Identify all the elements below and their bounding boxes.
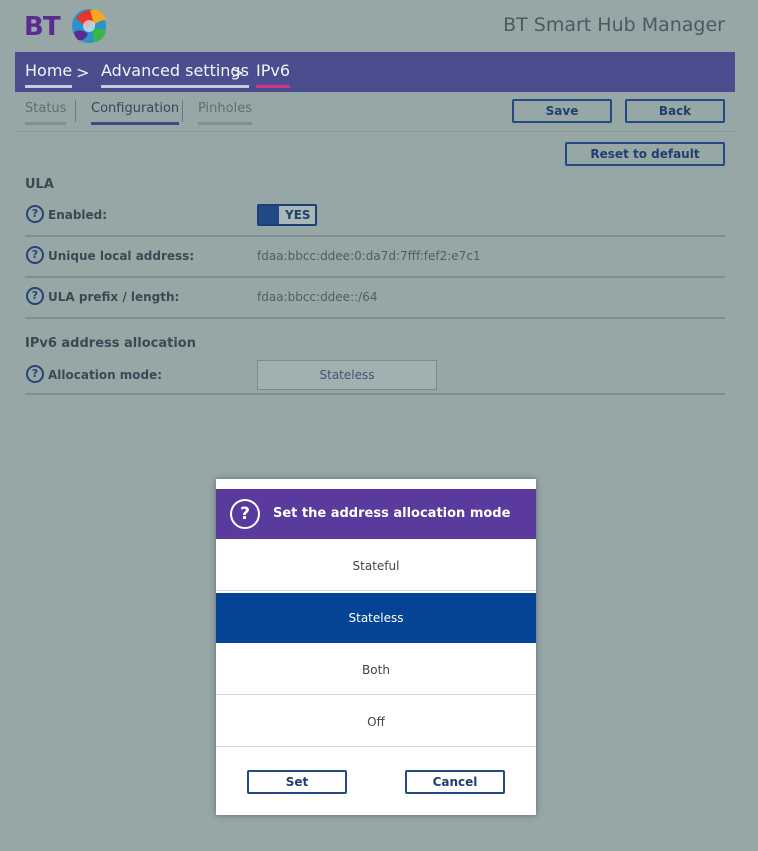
breadcrumb-advanced-settings[interactable]: Advanced settings bbox=[101, 62, 249, 88]
ula-enabled-toggle[interactable]: YES bbox=[257, 204, 317, 226]
back-button[interactable]: Back bbox=[625, 99, 725, 123]
row-divider bbox=[25, 317, 725, 319]
tab-divider bbox=[75, 100, 76, 122]
option-stateless[interactable]: Stateless bbox=[216, 593, 536, 643]
help-icon[interactable]: ? bbox=[26, 287, 44, 305]
ula-prefix-value: fdaa:bbcc:ddee::/64 bbox=[257, 290, 378, 304]
allocation-mode-label: Allocation mode: bbox=[48, 368, 163, 382]
set-button[interactable]: Set bbox=[247, 770, 347, 794]
unique-local-address-value: fdaa:bbcc:ddee:0:da7d:7fff:fef2:e7c1 bbox=[257, 249, 481, 263]
app-title: BT Smart Hub Manager bbox=[503, 14, 725, 36]
row-divider bbox=[25, 276, 725, 278]
help-circle-icon: ? bbox=[230, 499, 260, 529]
dialog-title: Set the address allocation mode bbox=[273, 506, 511, 521]
unique-local-address-label: Unique local address: bbox=[48, 249, 195, 263]
breadcrumb-ipv6: IPv6 bbox=[256, 62, 291, 88]
allocation-mode-dialog: ? Set the address allocation mode Statef… bbox=[216, 479, 536, 815]
save-button[interactable]: Save bbox=[512, 99, 612, 123]
breadcrumb-home[interactable]: Home bbox=[25, 62, 73, 88]
enabled-label: Enabled: bbox=[48, 208, 108, 222]
logo-text: BT bbox=[24, 12, 61, 42]
row-divider bbox=[25, 393, 725, 395]
tab-divider bbox=[182, 100, 183, 122]
allocation-section-title: IPv6 address allocation bbox=[25, 336, 196, 351]
tab-status[interactable]: Status bbox=[25, 101, 67, 125]
option-off[interactable]: Off bbox=[216, 697, 536, 747]
reset-to-default-button[interactable]: Reset to default bbox=[565, 142, 725, 166]
row-divider bbox=[25, 235, 725, 237]
option-both[interactable]: Both bbox=[216, 645, 536, 695]
divider bbox=[15, 131, 735, 132]
bt-globe-icon bbox=[72, 9, 106, 43]
ula-section-title: ULA bbox=[25, 177, 54, 192]
tab-configuration[interactable]: Configuration bbox=[91, 101, 180, 125]
breadcrumb: Home > Advanced settings > IPv6 bbox=[15, 52, 735, 92]
tab-pinholes[interactable]: Pinholes bbox=[198, 101, 252, 125]
dialog-header: ? Set the address allocation mode bbox=[216, 489, 536, 539]
option-stateful[interactable]: Stateful bbox=[216, 541, 536, 591]
cancel-button[interactable]: Cancel bbox=[405, 770, 505, 794]
help-icon[interactable]: ? bbox=[26, 365, 44, 383]
toggle-state: YES bbox=[285, 208, 311, 222]
breadcrumb-separator: > bbox=[76, 63, 90, 82]
help-icon[interactable]: ? bbox=[26, 246, 44, 264]
help-icon[interactable]: ? bbox=[26, 205, 44, 223]
allocation-mode-select[interactable]: Stateless bbox=[257, 360, 437, 390]
header: BT BT Smart Hub Manager bbox=[0, 0, 758, 52]
breadcrumb-separator: > bbox=[231, 63, 245, 82]
toggle-knob bbox=[259, 206, 279, 224]
bt-logo[interactable]: BT bbox=[24, 4, 114, 48]
ula-prefix-label: ULA prefix / length: bbox=[48, 290, 180, 304]
